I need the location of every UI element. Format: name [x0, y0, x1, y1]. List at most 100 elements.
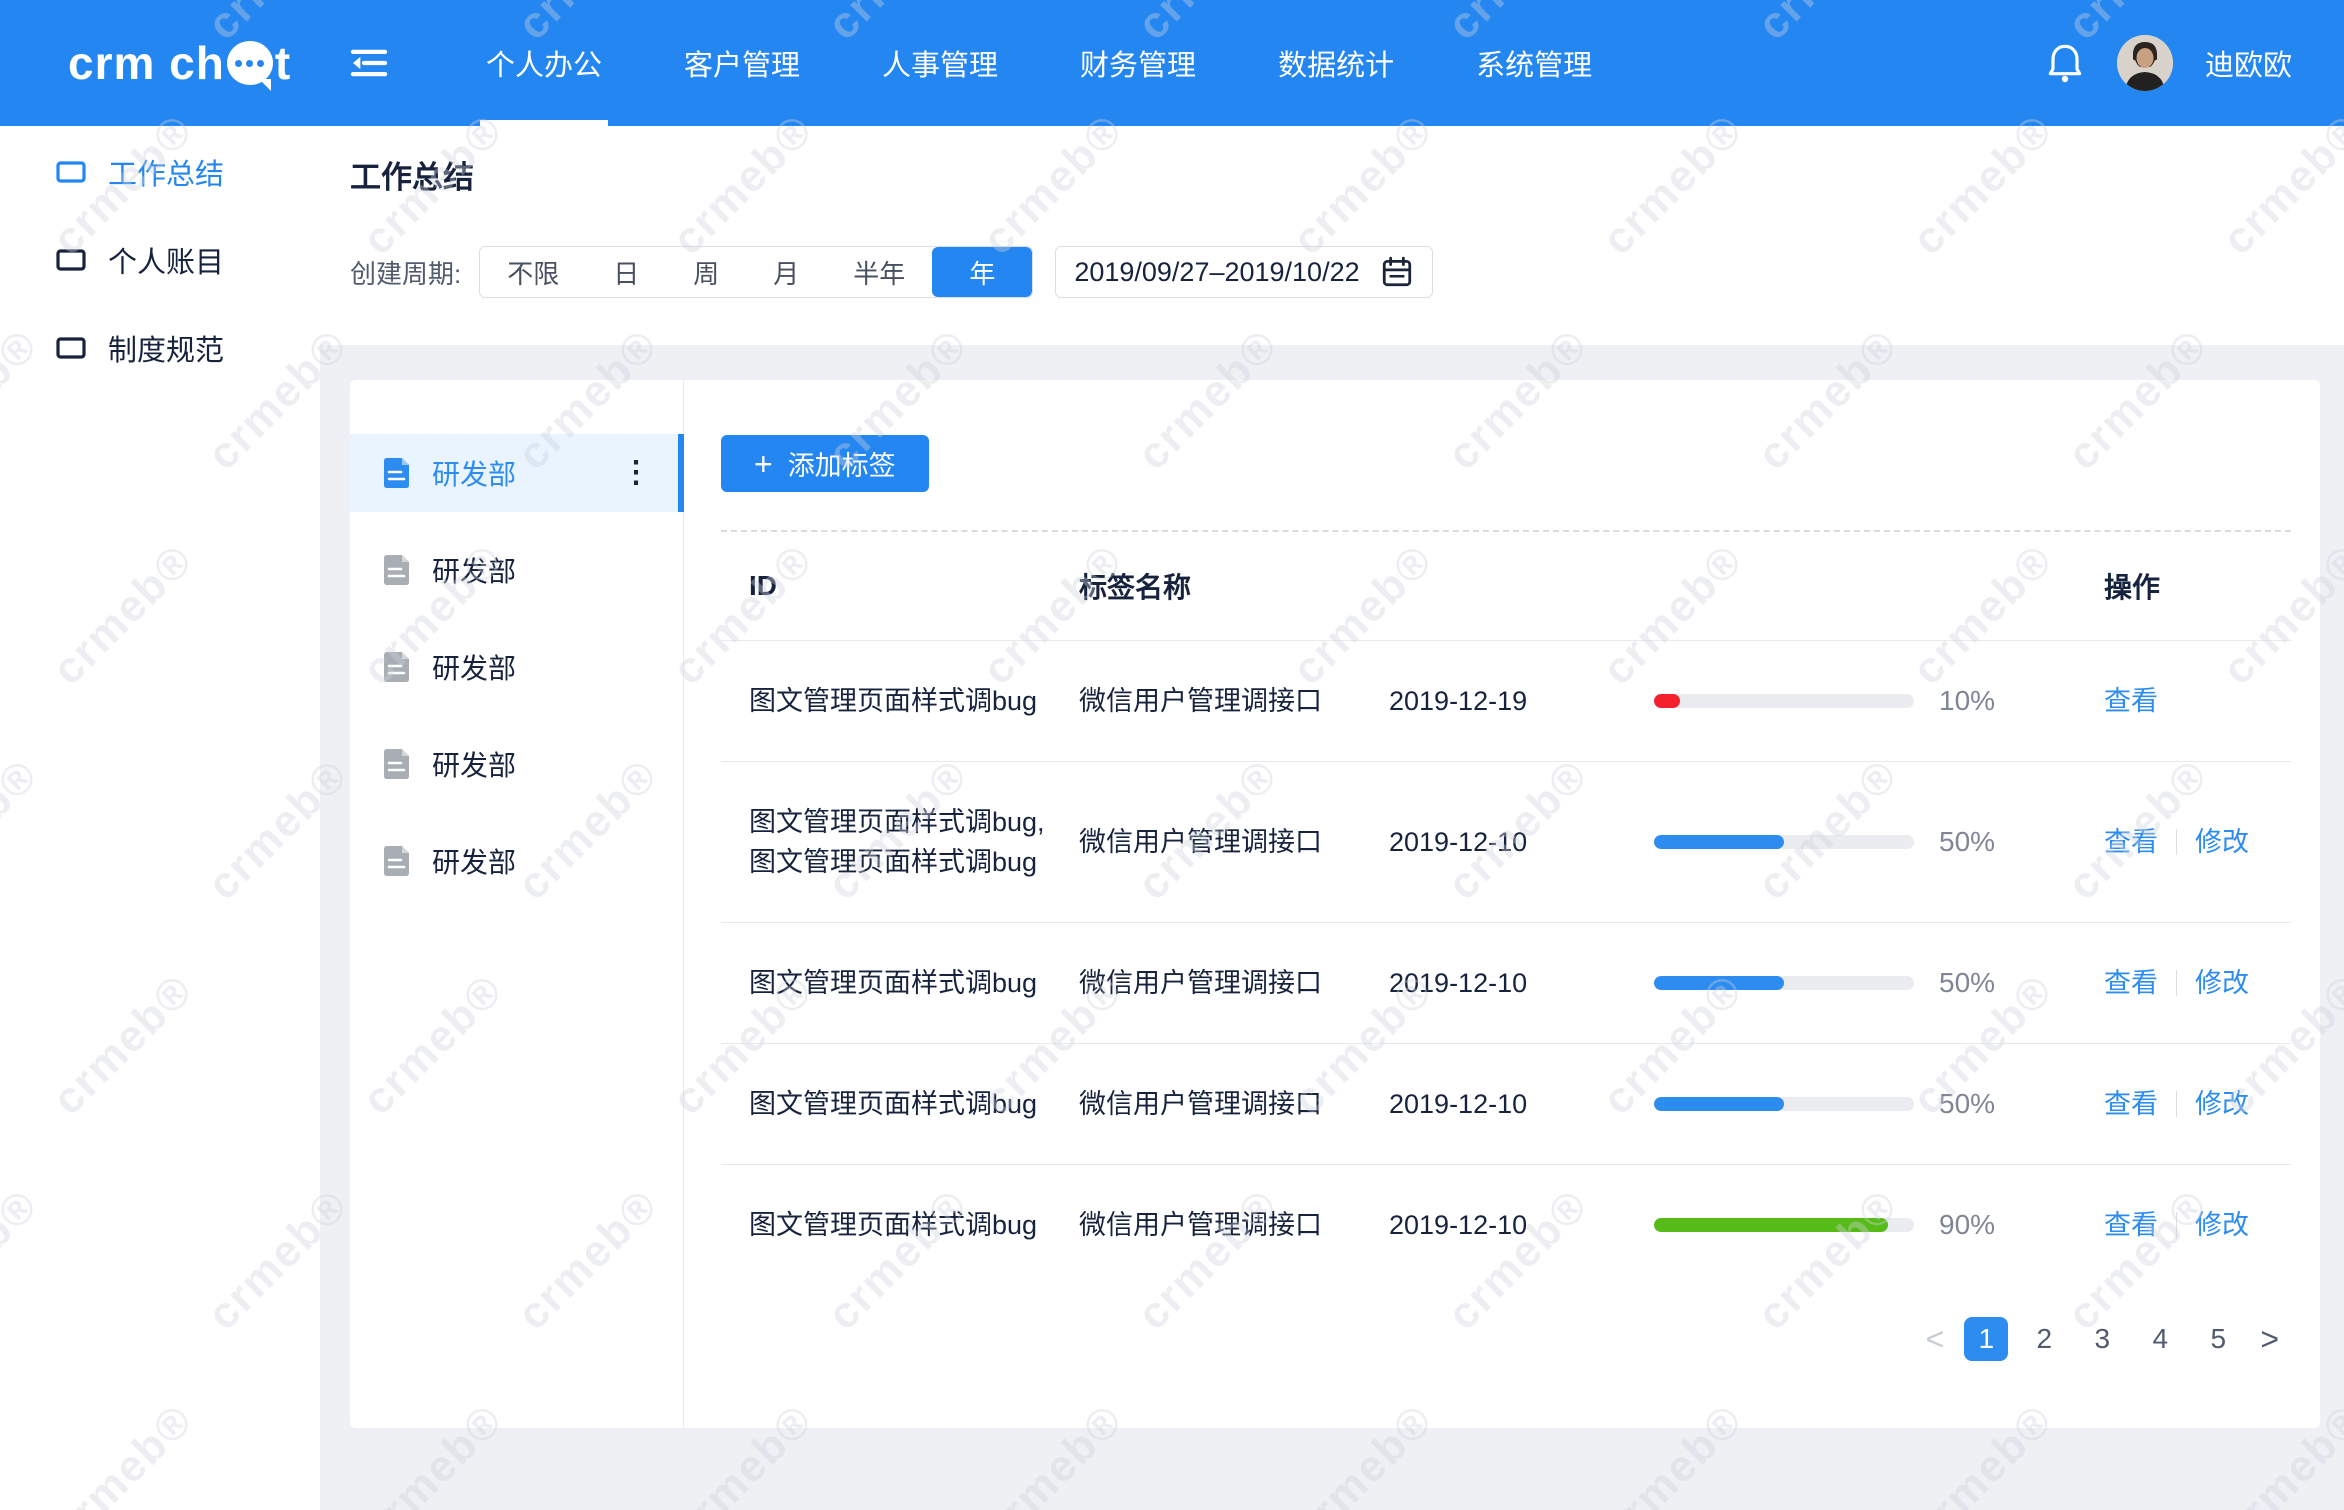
nav-label: 财务管理 — [1080, 42, 1196, 84]
edit-link[interactable]: 修改 — [2195, 1210, 2249, 1240]
add-tag-button[interactable]: + 添加标签 — [721, 435, 929, 492]
nav-item-statistics[interactable]: 数据统计 — [1237, 0, 1435, 126]
col-header-percent — [1911, 532, 2076, 641]
table-header-row: ID 标签名称 操作 — [721, 532, 2291, 641]
user-name[interactable]: 迪欧欧 — [2205, 42, 2292, 84]
cell-percent: 50% — [1911, 923, 2076, 1044]
top-header: crm cht 个人办公 客户管理 人事管理 财务管理 数据统计 系统管理 — [0, 0, 2344, 126]
col-header-progress — [1626, 532, 1911, 641]
cell-name: 微信用户管理调接口 — [1051, 1044, 1361, 1165]
department-item[interactable]: 研发部 — [350, 822, 683, 900]
page-button-3[interactable]: 3 — [2080, 1317, 2124, 1361]
cell-date: 2019-12-10 — [1361, 923, 1626, 1044]
sidebar: 工作总结 个人账目 制度规范 — [0, 126, 320, 1510]
sidebar-item-personal-account[interactable]: 个人账目 — [0, 216, 320, 304]
cell-name: 微信用户管理调接口 — [1051, 923, 1361, 1044]
pagination: < 1 2 3 4 5 > — [721, 1317, 2291, 1361]
sidebar-item-rules[interactable]: 制度规范 — [0, 304, 320, 392]
period-option-week[interactable]: 周 — [666, 247, 746, 297]
cell-percent: 10% — [1911, 641, 2076, 762]
table-row: 图文管理页面样式调bug 微信用户管理调接口 2019-12-10 50% 查看… — [721, 923, 2291, 1044]
content-card: 研发部 ⋮ 研发部 研发部 — [350, 380, 2320, 1428]
document-icon — [378, 455, 414, 491]
progress-bar — [1654, 976, 1914, 990]
edit-link[interactable]: 修改 — [2195, 1089, 2249, 1119]
next-page-icon[interactable]: > — [2254, 1321, 2285, 1358]
window-icon — [56, 248, 86, 272]
window-icon — [56, 336, 86, 360]
nav-item-finance-mgmt[interactable]: 财务管理 — [1039, 0, 1237, 126]
progress-bar — [1654, 835, 1914, 849]
document-icon — [378, 746, 414, 782]
cell-date: 2019-12-10 — [1361, 1044, 1626, 1165]
more-options-icon[interactable]: ⋮ — [621, 458, 651, 488]
page-button-4[interactable]: 4 — [2138, 1317, 2182, 1361]
col-header-actions: 操作 — [2076, 532, 2291, 641]
view-link[interactable]: 查看 — [2104, 686, 2158, 716]
cell-date: 2019-12-10 — [1361, 762, 1626, 923]
action-divider — [2176, 1212, 2177, 1238]
document-icon — [378, 552, 414, 588]
period-filter-label: 创建周期: — [350, 254, 461, 291]
col-header-date — [1361, 532, 1626, 641]
tag-table-area: + 添加标签 ID 标签名称 操作 — [684, 380, 2321, 1428]
main-nav: 个人办公 客户管理 人事管理 财务管理 数据统计 系统管理 — [445, 0, 1633, 126]
user-avatar[interactable] — [2117, 35, 2173, 91]
cell-percent: 90% — [1911, 1165, 2076, 1286]
add-tag-label: 添加标签 — [788, 444, 896, 483]
edit-link[interactable]: 修改 — [2195, 827, 2249, 857]
nav-item-hr-mgmt[interactable]: 人事管理 — [841, 0, 1039, 126]
period-segmented-control: 不限 日 周 月 半年 年 — [479, 246, 1033, 298]
action-divider — [2176, 1091, 2177, 1117]
table-row: 图文管理页面样式调bug 微信用户管理调接口 2019-12-19 10% 查看 — [721, 641, 2291, 762]
page-button-5[interactable]: 5 — [2196, 1317, 2240, 1361]
cell-name: 微信用户管理调接口 — [1051, 641, 1361, 762]
view-link[interactable]: 查看 — [2104, 1210, 2158, 1240]
cell-id: 图文管理页面样式调bug, 图文管理页面样式调bug — [721, 762, 1051, 923]
logo-text-left: crm ch — [68, 36, 225, 90]
notification-bell-icon[interactable] — [2045, 41, 2085, 85]
window-icon — [56, 160, 86, 184]
nav-label: 数据统计 — [1278, 42, 1394, 84]
view-link[interactable]: 查看 — [2104, 1089, 2158, 1119]
period-option-half-year[interactable]: 半年 — [826, 247, 932, 297]
nav-label: 系统管理 — [1476, 42, 1592, 84]
filter-row: 创建周期: 不限 日 周 月 半年 年 2019/09/27–2019/10/2… — [350, 246, 1433, 298]
department-item[interactable]: 研发部 — [350, 725, 683, 803]
department-item[interactable]: 研发部 — [350, 531, 683, 609]
nav-item-customer-mgmt[interactable]: 客户管理 — [643, 0, 841, 126]
nav-label: 客户管理 — [684, 42, 800, 84]
page-button-1[interactable]: 1 — [1964, 1317, 2008, 1361]
date-range-value: 2019/09/27–2019/10/22 — [1074, 257, 1359, 288]
plus-icon: + — [754, 448, 773, 480]
nav-label: 个人办公 — [486, 42, 602, 84]
period-option-day[interactable]: 日 — [586, 247, 666, 297]
nav-item-system-mgmt[interactable]: 系统管理 — [1435, 0, 1633, 126]
menu-collapse-icon[interactable] — [348, 43, 390, 83]
cell-id: 图文管理页面样式调bug — [721, 1165, 1051, 1286]
prev-page-icon[interactable]: < — [1920, 1321, 1951, 1358]
nav-label: 人事管理 — [882, 42, 998, 84]
cell-id: 图文管理页面样式调bug — [721, 1044, 1051, 1165]
chat-bubble-icon — [227, 41, 273, 85]
cell-date: 2019-12-10 — [1361, 1165, 1626, 1286]
department-label: 研发部 — [432, 453, 516, 493]
sidebar-item-work-summary[interactable]: 工作总结 — [0, 128, 320, 216]
cell-name: 微信用户管理调接口 — [1051, 1165, 1361, 1286]
period-option-month[interactable]: 月 — [746, 247, 826, 297]
period-option-year[interactable]: 年 — [932, 247, 1032, 297]
view-link[interactable]: 查看 — [2104, 968, 2158, 998]
department-item[interactable]: 研发部 — [350, 628, 683, 706]
department-label: 研发部 — [432, 550, 516, 590]
header-right: 迪欧欧 — [2045, 35, 2292, 91]
view-link[interactable]: 查看 — [2104, 827, 2158, 857]
date-range-picker[interactable]: 2019/09/27–2019/10/22 — [1055, 246, 1433, 298]
period-option-unlimited[interactable]: 不限 — [480, 247, 586, 297]
edit-link[interactable]: 修改 — [2195, 968, 2249, 998]
department-label: 研发部 — [432, 841, 516, 881]
department-item[interactable]: 研发部 ⋮ — [350, 434, 683, 512]
filter-section: 工作总结 创建周期: 不限 日 周 月 半年 年 2019/09/27–2019… — [320, 126, 2344, 345]
nav-item-personal-office[interactable]: 个人办公 — [445, 0, 643, 126]
page-button-2[interactable]: 2 — [2022, 1317, 2066, 1361]
progress-bar — [1654, 694, 1914, 708]
